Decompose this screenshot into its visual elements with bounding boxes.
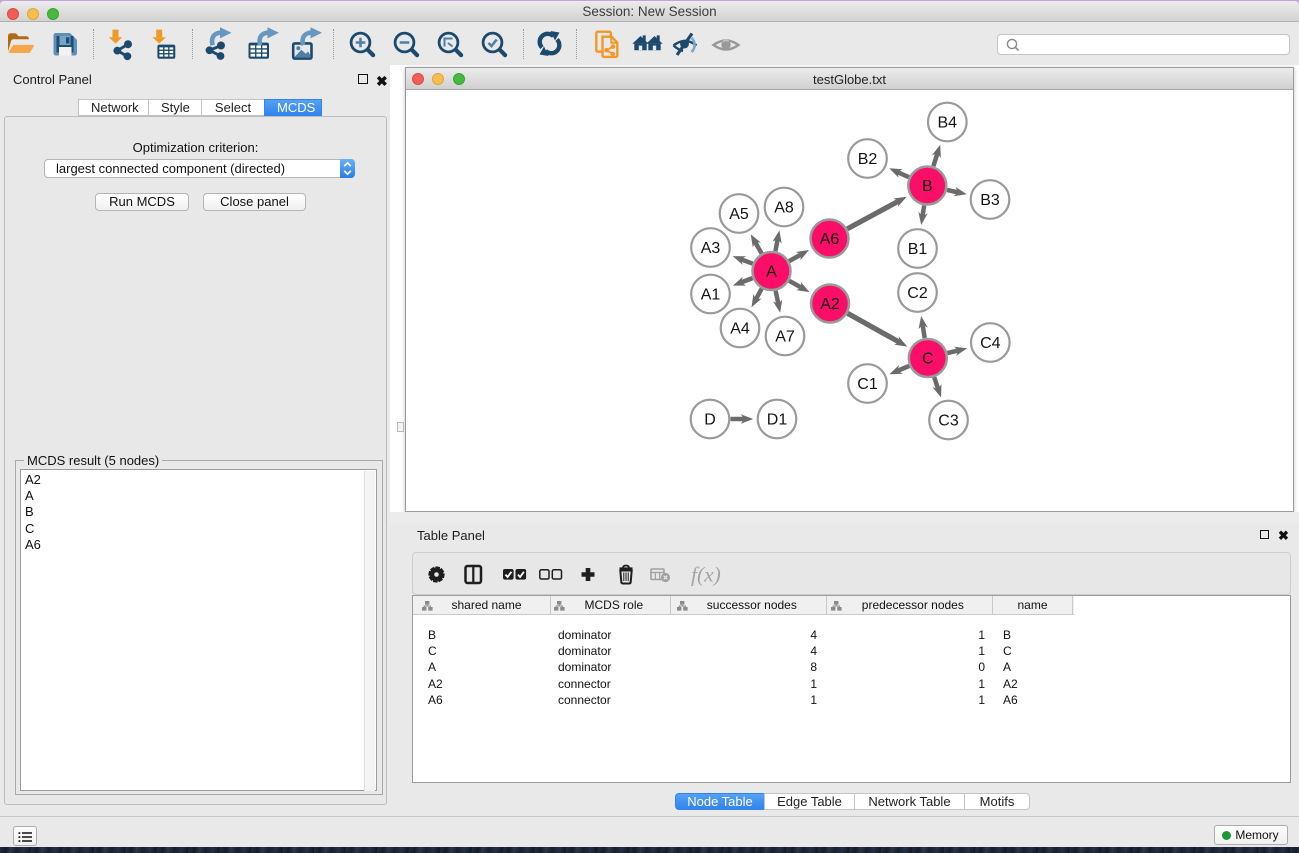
svg-text:B1: B1 <box>908 241 928 258</box>
svg-text:A7: A7 <box>775 329 795 346</box>
svg-text:C: C <box>922 351 934 368</box>
svg-text:C1: C1 <box>857 376 878 393</box>
svg-text:C2: C2 <box>907 285 928 302</box>
svg-text:C4: C4 <box>980 335 1001 352</box>
svg-text:A: A <box>766 264 777 281</box>
svg-text:A1: A1 <box>701 287 721 304</box>
svg-text:A8: A8 <box>774 200 794 217</box>
svg-text:A6: A6 <box>820 231 840 248</box>
svg-text:B3: B3 <box>980 192 1000 209</box>
svg-text:A5: A5 <box>729 206 749 223</box>
svg-text:D: D <box>704 412 716 429</box>
svg-text:B: B <box>922 178 933 195</box>
svg-text:D1: D1 <box>767 412 788 429</box>
svg-text:A3: A3 <box>701 240 721 257</box>
svg-text:A2: A2 <box>820 296 840 313</box>
svg-text:B4: B4 <box>938 115 958 132</box>
svg-text:B2: B2 <box>858 151 878 168</box>
svg-text:f(x): f(x) <box>691 563 721 587</box>
svg-text:C3: C3 <box>938 413 959 430</box>
svg-text:A4: A4 <box>730 321 750 338</box>
